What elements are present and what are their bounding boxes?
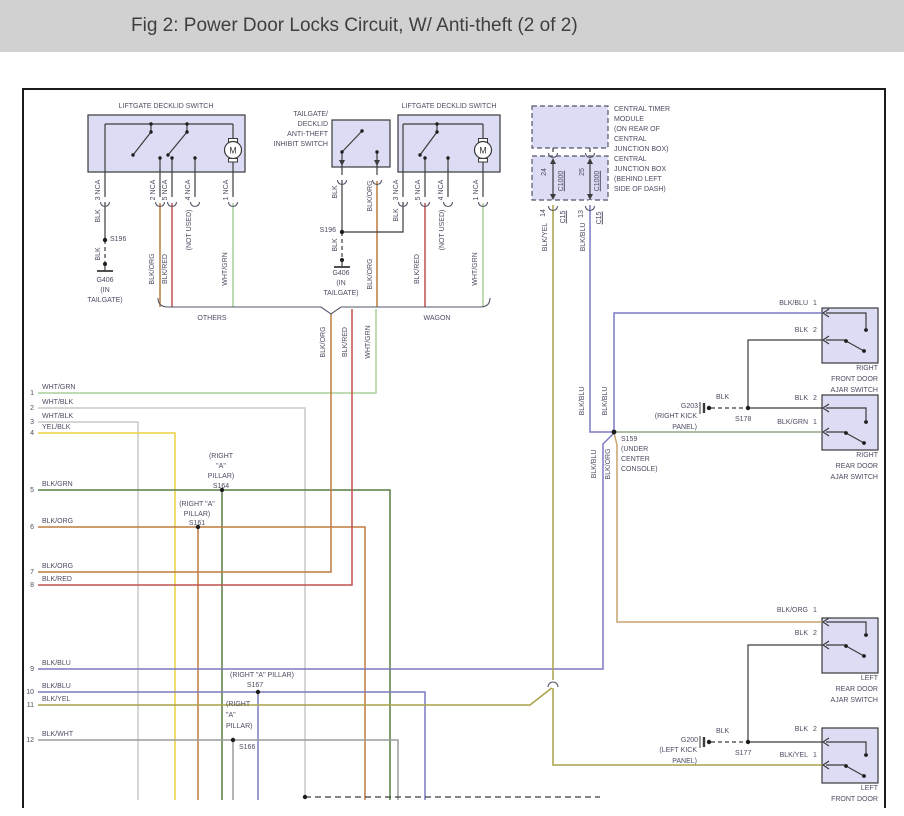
wire-blk-left-rear-pin2 [748,645,822,742]
splice-s178 [746,406,750,410]
splice-s167 [256,690,260,694]
splice-s196-mid [340,230,344,234]
right-front-door-ajar-switch-box [822,308,878,363]
wire-blk-right-front-pin2 [748,340,822,408]
wire-6-blkorg [38,527,365,800]
central-timer-module-box [532,106,608,148]
anti-theft-inhibit-switch-box [332,120,390,167]
pin-label: 3 NCA [95,180,103,201]
splice-s166 [231,738,235,742]
splice-s159 [612,430,617,435]
wire-9-blkblu [38,433,614,669]
wire-blkblu-s159-to-right-front-door [614,313,822,432]
wiring-diagram-canvas: M M [0,0,904,816]
others-wagon-merge-brace [158,298,490,314]
wire-11-blkyel [38,687,553,705]
left-front-door-ajar-switch-label: LEFT [861,785,878,793]
wire-12-blkwht [38,740,398,800]
motor-label-1: M [229,146,237,156]
ground-g200-label: G200 [681,737,698,745]
wire-blkyel-cjb-to-left-front-door [553,204,822,765]
ground-g406-mid-label: G406 [332,270,349,278]
group-others-label: OTHERS [197,315,226,323]
splice-s177-label: S177 [735,750,751,758]
splice-s196-left-label: S196 [110,236,126,244]
wire-3-whtblk [38,422,138,800]
splice-s166-label: (RIGHT [226,701,250,709]
central-junction-box-label: CENTRAL [614,156,647,164]
right-front-door-ajar-switch-label: RIGHT [856,365,878,373]
splice-s167-label: (RIGHT "A" PILLAR) [230,672,294,680]
central-timer-module-label: CENTRAL TIMER [614,106,670,114]
motor-label-2: M [479,146,487,156]
splice-s196-left [103,238,107,242]
wire-5-blkgrn [38,490,390,800]
splice-s177 [746,740,750,744]
right-rear-door-ajar-switch-box [822,395,878,450]
splice-s164-label: (RIGHT [209,453,233,461]
inhibit-switch-title: TAILGATE/ [293,111,328,119]
left-pin-wire-label: WHT/GRN [42,384,75,392]
switch1-title: LIFTGATE DECKLID SWITCH [119,103,214,111]
ground-g203-label: G203 [681,403,698,411]
wiring-diagram-page: Fig 2: Power Door Locks Circuit, W/ Anti… [0,0,904,816]
splice-s178-label: S178 [735,416,751,424]
switch2-title: LIFTGATE DECKLID SWITCH [402,103,497,111]
right-rear-door-ajar-switch-label: RIGHT [856,452,878,460]
wire-2-whtblk [38,408,305,797]
left-rear-door-ajar-switch-label: LEFT [861,675,878,683]
group-wagon-label: WAGON [424,315,451,323]
left-front-door-ajar-switch-box [822,728,878,783]
wire-7-blkorg [38,313,331,572]
splice-s159-label: S159 [621,436,637,444]
splice-s196-mid-label: S196 [320,227,336,235]
splice-s161-label: (RIGHT "A" [179,501,215,509]
ground-g406-left-label: G406 [96,277,113,285]
